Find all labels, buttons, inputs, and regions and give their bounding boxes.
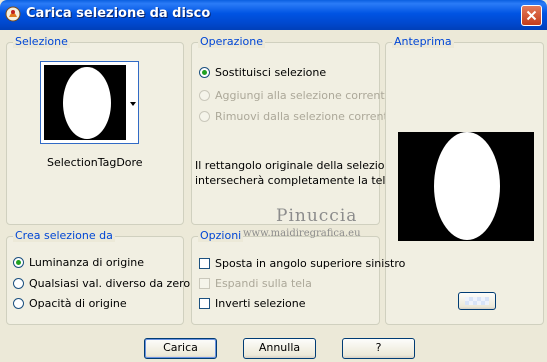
radio-source-luminance-label: Luminanza di origine <box>29 256 144 269</box>
checkbox-move-top-left[interactable] <box>199 258 210 269</box>
operation-group-title: Operazione <box>198 35 265 48</box>
title-bar: Carica selezione da disco <box>0 0 547 30</box>
selection-file-name: SelectionTagDore <box>47 156 143 169</box>
watermark-name: Pinuccia <box>276 206 358 226</box>
close-icon <box>526 10 537 21</box>
selection-thumbnail <box>44 65 126 140</box>
radio-add-selection-label: Aggiungi alla selezione corrente <box>215 89 392 102</box>
operation-info-line1: Il rettangolo originale della selezione <box>195 159 399 172</box>
load-button[interactable]: Carica <box>144 338 217 359</box>
radio-replace-selection-label: Sostituisci selezione <box>215 66 327 79</box>
radio-any-nonzero-label: Qualsiasi val. diverso da zero <box>29 277 191 290</box>
cancel-button[interactable]: Annulla <box>243 338 316 359</box>
help-button[interactable]: ? <box>342 338 415 359</box>
psp-app-icon[interactable] <box>5 6 21 22</box>
radio-any-nonzero[interactable] <box>13 278 24 289</box>
checkbox-move-top-left-label: Sposta in angolo superiore sinistro <box>215 257 406 270</box>
window-title: Carica selezione da disco <box>26 6 211 21</box>
checkbox-expand-canvas-label: Espandi sulla tela <box>215 277 312 290</box>
selection-thumbnail-dropdown[interactable] <box>40 61 139 144</box>
preview-image <box>398 132 534 241</box>
radio-add-selection[interactable] <box>199 90 210 101</box>
options-group-title: Opzioni <box>198 229 244 242</box>
preview-group-title: Anteprima <box>392 35 454 48</box>
preview-toggle-button[interactable] <box>458 292 496 310</box>
radio-replace-selection[interactable] <box>199 67 210 78</box>
close-button[interactable] <box>521 5 542 26</box>
selection-group-title: Selezione <box>13 35 70 48</box>
checker-icon <box>465 297 489 305</box>
chevron-down-icon <box>130 102 136 106</box>
dropdown-arrow-button[interactable] <box>128 62 138 143</box>
operation-info-line2: intersecherà completamente la tela. <box>195 174 396 187</box>
checkbox-expand-canvas[interactable] <box>199 278 210 289</box>
checkbox-invert-selection-label: Inverti selezione <box>215 297 306 310</box>
checkbox-invert-selection[interactable] <box>199 298 210 309</box>
radio-source-opacity-label: Opacità di origine <box>29 297 127 310</box>
radio-remove-selection-label: Rimuovi dalla selezione corrente <box>215 110 395 123</box>
radio-source-opacity[interactable] <box>13 298 24 309</box>
radio-source-luminance[interactable] <box>13 257 24 268</box>
create-from-group-title: Crea selezione da <box>13 229 115 242</box>
radio-remove-selection[interactable] <box>199 111 210 122</box>
watermark-url: www.maidiregrafica.eu <box>243 228 361 239</box>
